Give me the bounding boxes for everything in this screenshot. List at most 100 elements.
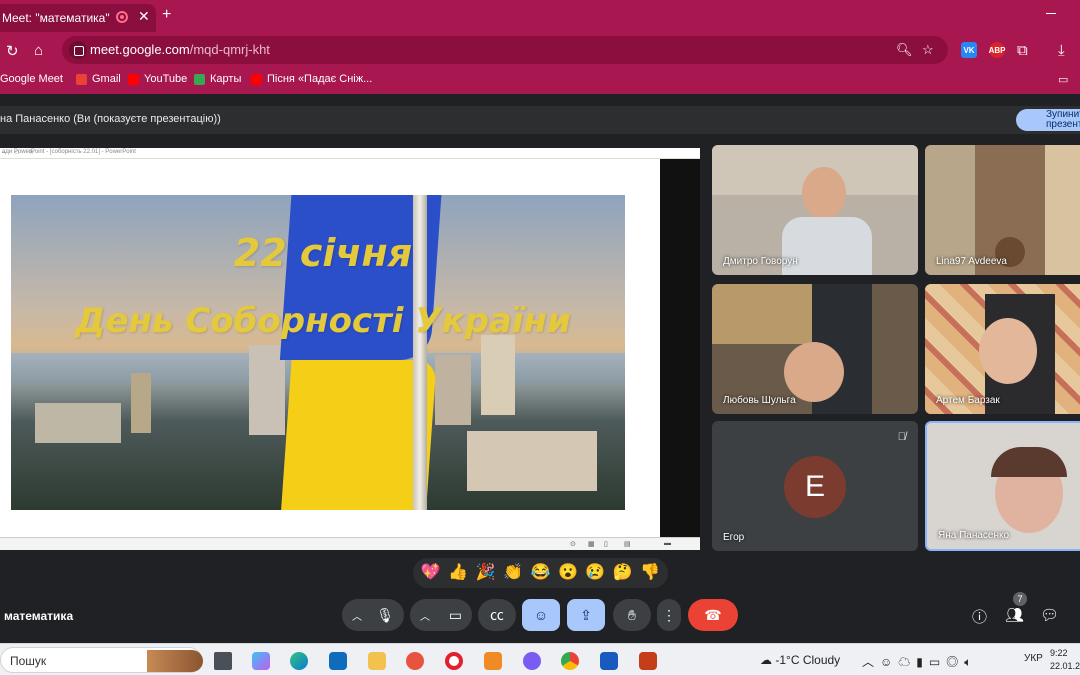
recording-icon <box>116 11 128 23</box>
presenting-status: на Панасенко (Ви (показуєте презентацію)… <box>0 113 221 125</box>
chat-icon[interactable]: 💬︎ <box>1040 606 1059 624</box>
bookmark-google-meet[interactable]: Google Meet <box>0 73 63 85</box>
other-bookmarks-folder-icon[interactable]: ▭ <box>1058 73 1068 86</box>
reaction-party[interactable]: 🎉 <box>476 565 496 581</box>
url-field[interactable]: meet.google.com/mqd-qmrj-kht 🔍︎ ☆ <box>62 36 948 64</box>
new-tab-button[interactable]: + <box>162 6 171 24</box>
file-explorer-icon[interactable] <box>368 652 386 670</box>
zoom-icon[interactable]: 🔍︎ <box>896 42 913 58</box>
building <box>35 403 121 443</box>
word-icon[interactable] <box>600 652 618 670</box>
app-icon[interactable] <box>484 652 502 670</box>
app-icon[interactable] <box>406 652 424 670</box>
browser-tab-strip: Meet: "математика" ✕ + <box>0 0 1080 32</box>
system-tray-icons[interactable]: ︿☺☁▮▭◎🔈︎ <box>862 653 977 670</box>
maps-icon <box>194 73 205 85</box>
minimize-window-button[interactable] <box>1046 13 1056 14</box>
emoji-icon: ☺ <box>533 607 549 623</box>
site-info-icon[interactable] <box>69 41 87 59</box>
presenting-banner: на Панасенко (Ви (показуєте презентацію)… <box>0 106 1080 134</box>
participant-tile[interactable]: Дмитро Говорун <box>712 145 918 275</box>
slide: 22 січня День Соборності України <box>11 195 625 510</box>
edge-icon[interactable] <box>290 652 308 670</box>
vk-extension-icon[interactable]: VK <box>961 42 977 58</box>
close-tab-icon[interactable]: ✕ <box>138 8 150 25</box>
view-reading-icon[interactable]: ▯ <box>604 540 608 548</box>
reload-icon[interactable]: ↻ <box>6 42 19 60</box>
reaction-thumbs-up[interactable]: 👍 <box>448 565 468 581</box>
participant-tile[interactable]: Lina97 Avdeeva <box>925 145 1080 275</box>
adblock-extension-icon[interactable]: ABP <box>989 42 1005 58</box>
outlook-icon[interactable] <box>329 652 347 670</box>
more-options-button[interactable]: ⋮ <box>657 599 681 631</box>
emoji-button[interactable]: ☺ <box>522 599 560 631</box>
powerpoint-icon[interactable] <box>639 652 657 670</box>
chevron-up-icon[interactable]: ︿ <box>420 608 430 623</box>
clock-date: 22.01.20 <box>1050 661 1080 671</box>
reaction-sad[interactable]: 😢 <box>585 565 605 581</box>
extensions-puzzle-icon[interactable]: ⧉ <box>1017 42 1028 59</box>
hand-icon: ✋︎ <box>628 606 636 623</box>
reaction-thumbs-down[interactable]: 👎 <box>640 565 660 581</box>
camera-icon[interactable]: ▭ <box>449 607 462 624</box>
reaction-surprised[interactable]: 😮 <box>558 565 578 581</box>
zoom-slider[interactable]: ▬ <box>664 540 671 547</box>
bookmark-youtube[interactable]: YouTube <box>128 73 187 85</box>
captions-button[interactable]: ㏄ <box>478 599 516 631</box>
reaction-thinking[interactable]: 🤔 <box>613 565 633 581</box>
viber-icon[interactable] <box>523 652 541 670</box>
building <box>131 373 151 433</box>
reaction-laugh[interactable]: 😂 <box>531 565 551 581</box>
participant-tile[interactable]: 🎙̸ E Егор <box>712 421 918 551</box>
copilot-icon[interactable] <box>252 652 270 670</box>
leave-call-button[interactable]: ☎︎ <box>688 599 738 631</box>
powerpoint-titlebar: ади PowerPoint - [соборність 22.01] - Po… <box>0 148 700 159</box>
bookmark-gmail[interactable]: Gmail <box>76 73 121 85</box>
participant-name: Lina97 Avdeeva <box>936 256 1007 267</box>
opera-icon[interactable] <box>445 652 463 670</box>
building <box>481 335 515 415</box>
browser-tab[interactable]: Meet: "математика" ✕ <box>0 4 156 32</box>
microphone-control[interactable]: ︿ 🎙︎ <box>342 599 404 631</box>
reaction-heart[interactable]: 💖 <box>421 565 441 581</box>
task-view-icon[interactable] <box>214 652 232 670</box>
window-controls: –□✕ <box>2 150 44 156</box>
microphone-off-icon: 🎙̸ <box>897 431 906 443</box>
download-icon[interactable]: ⤓ <box>1058 42 1065 59</box>
address-bar-row: ↻ ⌂ meet.google.com/mqd-qmrj-kht 🔍︎ ☆ VK… <box>0 32 1080 68</box>
url-path: /mqd-qmrj-kht <box>189 42 270 57</box>
participant-name: Артем Барзак <box>936 395 1000 406</box>
weather-widget[interactable]: ☁︎ -1°C Cloudy <box>760 653 840 667</box>
present-icon: ⇪ <box>580 606 592 623</box>
url-host: meet.google.com <box>90 42 190 57</box>
stop-presenting-button[interactable]: Зупинити презентацію <box>1016 109 1080 131</box>
participant-tile[interactable]: Артем Барзак <box>925 284 1080 414</box>
meeting-info-icon[interactable]: ⓘ <box>972 606 987 627</box>
participant-tile-active-speaker[interactable]: Яна Панасенко <box>925 421 1080 551</box>
view-normal-icon[interactable]: ⊙ <box>570 540 576 548</box>
bookmark-song[interactable]: Пісня «Падає Сніж... <box>251 73 372 85</box>
home-icon[interactable]: ⌂ <box>34 42 43 59</box>
chrome-icon[interactable] <box>561 652 579 670</box>
reaction-clap[interactable]: 👏 <box>503 565 523 581</box>
view-slideshow-icon[interactable]: ▤ <box>624 540 631 548</box>
participant-video <box>802 167 846 219</box>
language-indicator[interactable]: УКР <box>1024 653 1043 664</box>
chevron-up-icon[interactable]: ︿ <box>352 608 362 623</box>
camera-control[interactable]: ︿ ▭ <box>410 599 472 631</box>
participant-tile[interactable]: Любовь Шульга <box>712 284 918 414</box>
view-sorter-icon[interactable]: ▦ <box>588 540 595 548</box>
clock[interactable]: 9:22 22.01.20 <box>1050 647 1080 673</box>
windows-taskbar: Пошук ☁︎ -1°C Cloudy ︿☺☁▮▭◎🔈︎ УКР 9:22 2… <box>0 643 1080 675</box>
people-icon[interactable]: 👥︎ <box>1005 606 1024 624</box>
reactions-bar: 💖 👍 🎉 👏 😂 😮 😢 🤔 👎 <box>413 558 668 588</box>
bookmark-star-icon[interactable]: ☆ <box>922 42 934 58</box>
taskbar-search[interactable]: Пошук <box>0 647 203 673</box>
slide-title: День Соборності України <box>75 301 571 341</box>
raise-hand-button[interactable]: ✋︎ <box>613 599 651 631</box>
cloud-icon: ☁︎ <box>760 653 776 667</box>
present-screen-button[interactable]: ⇪ <box>567 599 605 631</box>
bookmark-maps[interactable]: Карты <box>194 73 241 85</box>
microphone-icon[interactable]: 🎙︎ <box>376 607 394 624</box>
gmail-icon <box>76 73 87 85</box>
